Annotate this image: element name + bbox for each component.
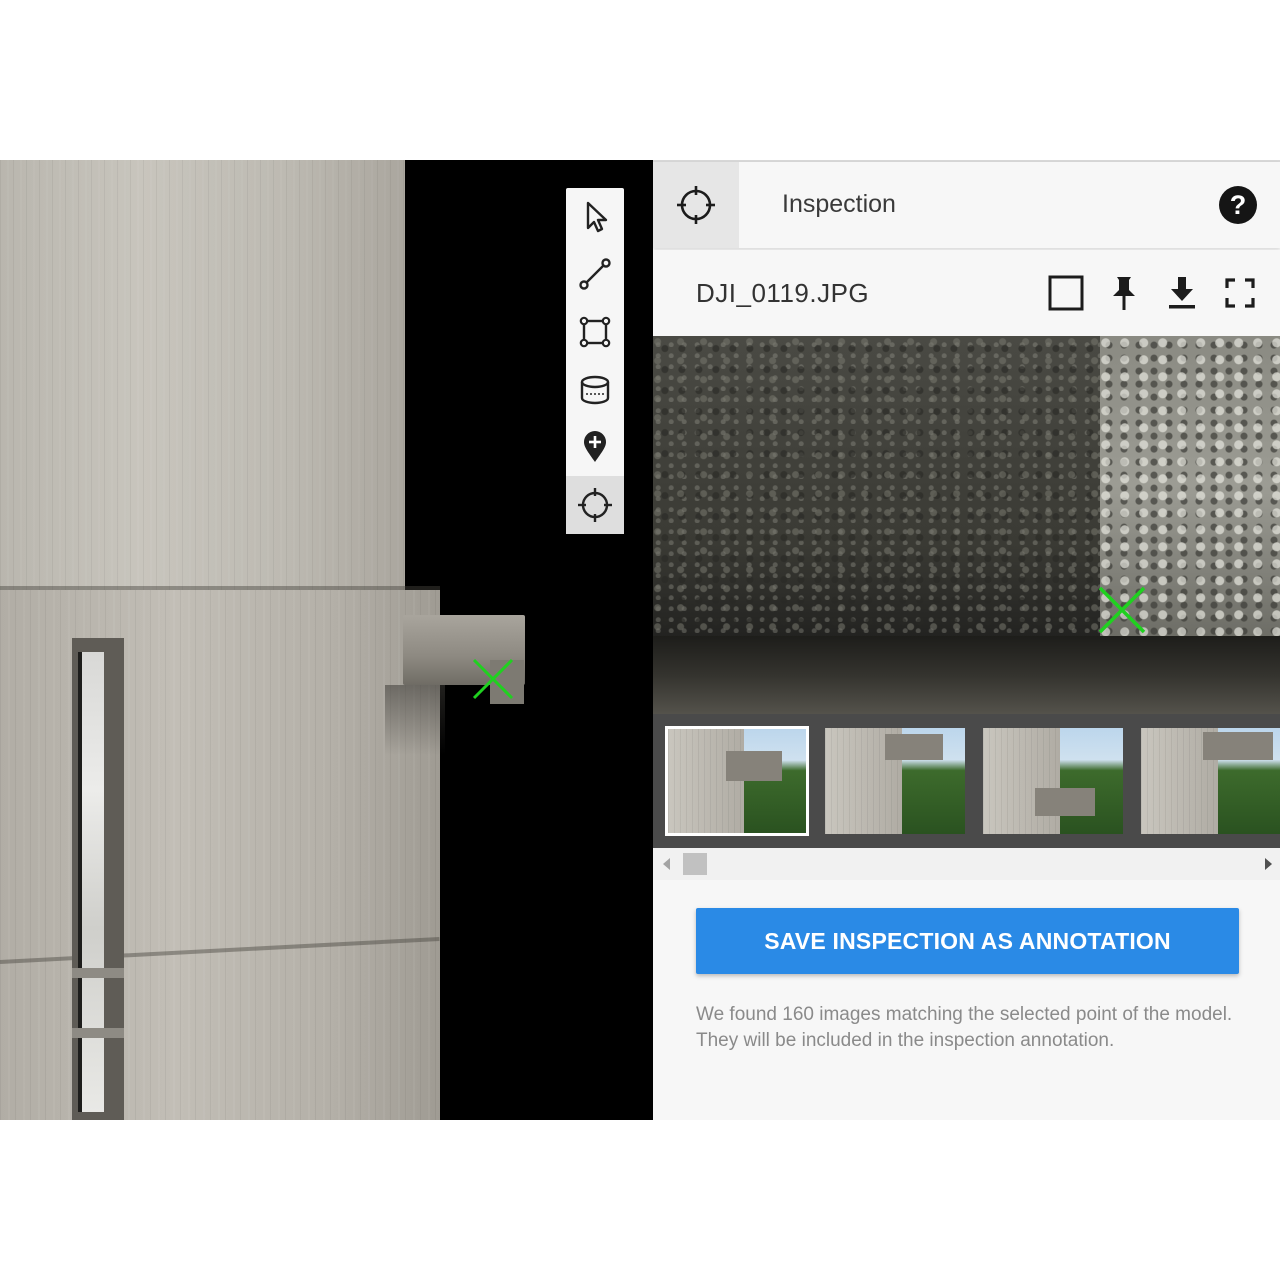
window-mullion <box>72 1028 124 1038</box>
wall-joint <box>0 586 440 590</box>
thumbnail-4[interactable] <box>1139 726 1280 836</box>
help-icon: ? <box>1229 189 1247 220</box>
image-toolbar: DJI_0119.JPG <box>653 250 1280 336</box>
line-measure-icon <box>579 258 611 291</box>
volume-cylinder-icon <box>580 375 610 404</box>
inspection-tool[interactable] <box>566 475 624 534</box>
window-slot <box>72 638 124 1120</box>
crosshair-icon <box>677 186 715 224</box>
concrete-wall-lower <box>0 590 440 1120</box>
thumbnail-sky <box>1060 728 1123 834</box>
thumbnail-scrollbar[interactable] <box>653 848 1280 880</box>
thumbnail-1[interactable] <box>665 726 809 836</box>
scroll-left-arrow-icon[interactable] <box>663 858 670 870</box>
help-button[interactable]: ? <box>1219 186 1257 224</box>
model-viewport[interactable] <box>0 160 653 1120</box>
measure-area-tool[interactable] <box>566 303 624 361</box>
inspection-mode-button[interactable] <box>653 162 739 248</box>
inspection-marker-3d <box>472 658 514 700</box>
inspection-photo[interactable] <box>653 336 1280 714</box>
thumbnail-bracket <box>1035 788 1095 816</box>
panel-title: Inspection <box>782 190 896 218</box>
fullscreen-button[interactable] <box>1219 272 1261 314</box>
pin-icon <box>1113 277 1135 310</box>
cursor-arrow-icon <box>586 201 608 232</box>
thumbnail-sky <box>743 729 806 833</box>
checkbox-square-icon <box>1048 275 1084 311</box>
area-polygon-icon <box>579 316 611 348</box>
thumbnail-bracket <box>1203 732 1273 760</box>
fullscreen-icon <box>1225 278 1255 308</box>
thumbnail-bracket <box>726 751 782 781</box>
inspection-marker-photo <box>1098 586 1146 634</box>
measure-volume-tool[interactable] <box>566 361 624 419</box>
pin-image-button[interactable] <box>1103 272 1145 314</box>
map-pin-plus-icon <box>584 431 606 463</box>
thumbnail-3[interactable] <box>981 726 1125 836</box>
photo-shadow-band <box>653 636 1280 714</box>
add-annotation-tool[interactable] <box>566 418 624 476</box>
scrollbar-thumb[interactable] <box>683 853 707 875</box>
image-file-name: DJI_0119.JPG <box>696 278 870 308</box>
app-window: Inspection ? DJI_0119.JPG SAVE INSPECTIO… <box>0 160 1280 1120</box>
select-tool[interactable] <box>566 188 624 246</box>
bracket-shadow <box>385 685 445 755</box>
thumbnail-strip <box>653 714 1280 848</box>
inspection-panel: Inspection ? DJI_0119.JPG SAVE INSPECTIO… <box>653 160 1280 1120</box>
select-image-checkbox[interactable] <box>1045 272 1087 314</box>
window-glass <box>78 652 104 1112</box>
download-icon <box>1169 277 1195 309</box>
matching-images-info: We found 160 images matching the selecte… <box>696 1004 1233 1051</box>
measure-line-tool[interactable] <box>566 246 624 304</box>
save-inspection-button[interactable]: SAVE INSPECTION AS ANNOTATION <box>696 908 1239 974</box>
thumbnail-bracket <box>885 734 943 760</box>
download-image-button[interactable] <box>1161 272 1203 314</box>
crosshair-icon <box>578 487 612 522</box>
tool-palette <box>566 188 624 534</box>
window-mullion <box>72 968 124 978</box>
panel-header: Inspection ? <box>653 162 1280 248</box>
thumbnail-2[interactable] <box>823 726 967 836</box>
scroll-right-arrow-icon[interactable] <box>1265 858 1272 870</box>
